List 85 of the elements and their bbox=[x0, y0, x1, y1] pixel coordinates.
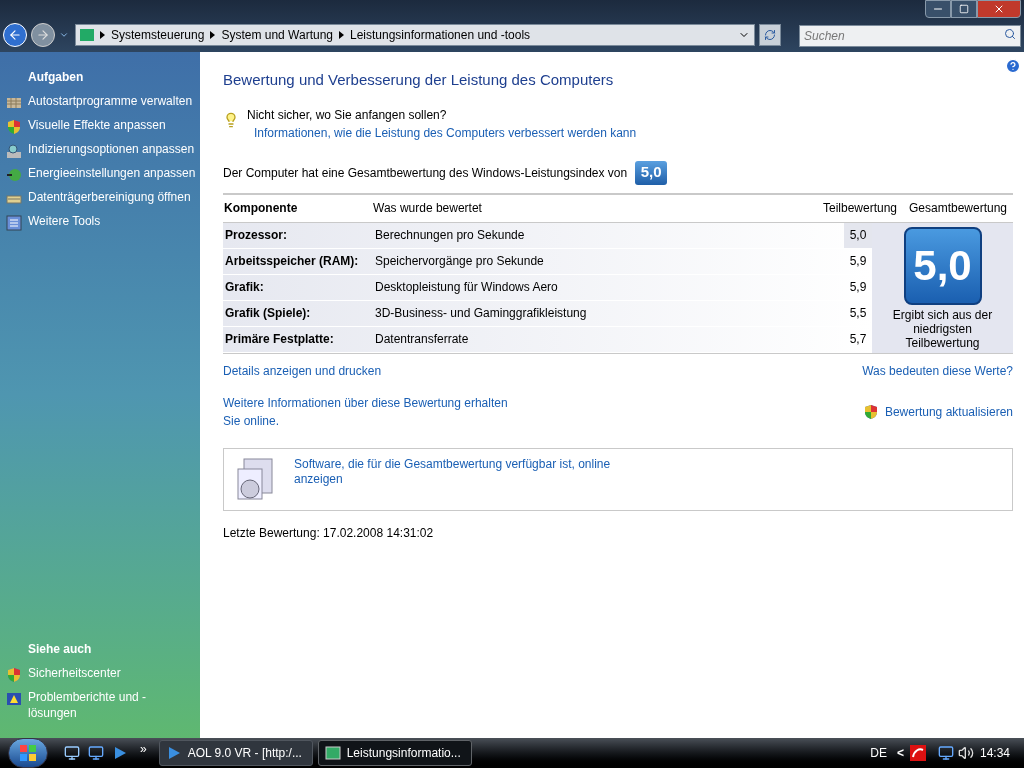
clock[interactable]: 14:34 bbox=[979, 744, 1010, 762]
column-header: Was wurde bewertet bbox=[373, 200, 483, 217]
overall-score-note: Ergibt sich aus der niedrigsten Teilbewertung bbox=[892, 307, 993, 350]
window-icon bbox=[80, 29, 94, 41]
breadcrumb[interactable]: Leistungsinformationen und -tools bbox=[350, 26, 531, 44]
details-link[interactable]: Details anzeigen und drucken bbox=[223, 361, 382, 380]
rated-cell-text: Datentransferrate bbox=[374, 331, 470, 348]
column-header: Teilbewertung bbox=[823, 200, 899, 217]
windows-logo-icon bbox=[19, 744, 37, 762]
search-field[interactable]: Suchen bbox=[799, 25, 1021, 47]
restore-button[interactable] bbox=[951, 0, 977, 18]
taskbar-button[interactable]: Leistungsinformatio... bbox=[317, 740, 472, 766]
search-icon[interactable] bbox=[1004, 28, 1016, 40]
history-dropdown-icon[interactable] bbox=[59, 30, 69, 40]
sidebar-link[interactable]: Energieeinstellungen anpassen bbox=[28, 165, 196, 181]
score-cell-text: 5,9 bbox=[848, 279, 868, 296]
online-link[interactable]: Sie online. bbox=[223, 411, 508, 430]
shield-icon bbox=[862, 403, 879, 420]
overflow-chevron[interactable]: » bbox=[140, 740, 147, 758]
chevron-icon bbox=[210, 31, 216, 39]
score-cell-text: 5,7 bbox=[848, 331, 868, 348]
help-icon[interactable] bbox=[1005, 58, 1021, 74]
volume-icon[interactable] bbox=[957, 745, 974, 761]
quick-launch-icon[interactable] bbox=[88, 745, 104, 761]
triangle-logo-icon bbox=[112, 745, 128, 761]
sidebar-heading: Aufgaben bbox=[27, 69, 85, 86]
sidebar-link[interactable]: Weitere Tools bbox=[28, 213, 101, 229]
update-rating-link[interactable]: Bewertung aktualisieren bbox=[884, 402, 1013, 421]
close-icon bbox=[993, 3, 1005, 15]
tools-icon bbox=[6, 215, 22, 231]
tip-link[interactable]: Informationen, wie die Leistung des Computers verbessert werden kann bbox=[247, 123, 637, 142]
sidebar-link[interactable]: Autostartprogramme verwalten bbox=[28, 93, 193, 109]
start-button[interactable] bbox=[8, 738, 48, 768]
breadcrumb[interactable]: Systemsteuerung bbox=[111, 26, 205, 44]
overall-rating-text: Der Computer hat eine Gesamtbewertung des Windows-Leistungsindex von bbox=[223, 164, 628, 182]
forward-icon bbox=[36, 28, 50, 42]
help-link[interactable]: Was bedeuten diese Werte? bbox=[862, 361, 1013, 380]
shield-icon bbox=[6, 119, 22, 135]
score-cell-text: 5,9 bbox=[848, 253, 868, 270]
window-icon bbox=[324, 745, 341, 761]
back-button[interactable] bbox=[3, 23, 27, 47]
rating-badge: 5,0 bbox=[635, 160, 668, 185]
grid-icon bbox=[6, 95, 22, 111]
component-cell-text: Primäre Festplatte: bbox=[224, 331, 335, 348]
back-icon bbox=[8, 28, 22, 42]
taskbar-button[interactable]: AOL 9.0 VR - [http:/... bbox=[158, 740, 313, 766]
sidebar-link[interactable]: Visuelle Effekte anpassen bbox=[28, 117, 166, 133]
shield-icon bbox=[6, 667, 22, 683]
info-link[interactable]: Weitere Informationen über diese Bewertung erhalten bbox=[223, 393, 508, 412]
sidebar-link[interactable]: Indizierungsoptionen anpassen bbox=[28, 141, 195, 157]
sidebar-link[interactable]: Datenträgerbereinigung öffnen bbox=[28, 189, 191, 205]
component-cell-text: Arbeitsspeicher (RAM): bbox=[224, 253, 360, 270]
minimize-button[interactable] bbox=[925, 0, 951, 18]
sidebar-heading: Siehe auch bbox=[27, 641, 93, 658]
address-bar[interactable]: Systemsteuerung System und Wartung Leistungsinformationen und -tools bbox=[75, 24, 755, 46]
refresh-icon bbox=[764, 29, 776, 41]
search-index-icon bbox=[6, 143, 22, 159]
network-icon[interactable] bbox=[937, 745, 954, 761]
chevron-icon bbox=[339, 31, 344, 39]
report-icon bbox=[6, 691, 22, 707]
forward-button[interactable] bbox=[31, 23, 55, 47]
rated-cell-text: Speichervorgänge pro Sekunde bbox=[374, 253, 545, 270]
refresh-button[interactable] bbox=[759, 24, 781, 46]
last-rating-text: Letzte Bewertung: 17.02.2008 14:31:02 bbox=[223, 524, 435, 542]
breadcrumb[interactable]: System und Wartung bbox=[221, 26, 333, 44]
quick-launch-icon[interactable] bbox=[64, 745, 80, 761]
score-cell-text: 5,5 bbox=[848, 305, 868, 322]
score-tile: 5,0 bbox=[903, 226, 982, 305]
column-header: Gesamtbewertung bbox=[907, 200, 1009, 217]
tray-expand-arrow[interactable]: < bbox=[896, 744, 904, 762]
software-link[interactable]: Software, die für die Gesamtbewertung verfügbar ist, online anzeigen bbox=[294, 456, 624, 487]
score-cell: 5,0 bbox=[844, 222, 872, 248]
rated-cell-text: Desktopleistung für Windows Aero bbox=[374, 279, 559, 296]
language-indicator[interactable]: DE bbox=[870, 744, 887, 762]
component-cell-text: Prozessor: bbox=[224, 227, 289, 244]
rated-cell-text: 3D-Business- und Gaminggrafikleistung bbox=[374, 305, 588, 322]
component-cell-text: Grafik: bbox=[224, 279, 265, 296]
component-cell-text: Grafik (Spiele): bbox=[224, 305, 312, 322]
rated-cell-text: Berechnungen pro Sekunde bbox=[374, 227, 526, 244]
column-header: Komponente bbox=[223, 200, 299, 217]
restore-icon bbox=[959, 4, 969, 14]
page-title: Bewertung und Verbesserung der Leistung des Computers bbox=[223, 70, 615, 90]
tip-text: Nicht sicher, wo Sie anfangen sollen? bbox=[247, 106, 448, 124]
chevron-icon bbox=[100, 31, 105, 39]
lightbulb-icon bbox=[223, 111, 239, 128]
